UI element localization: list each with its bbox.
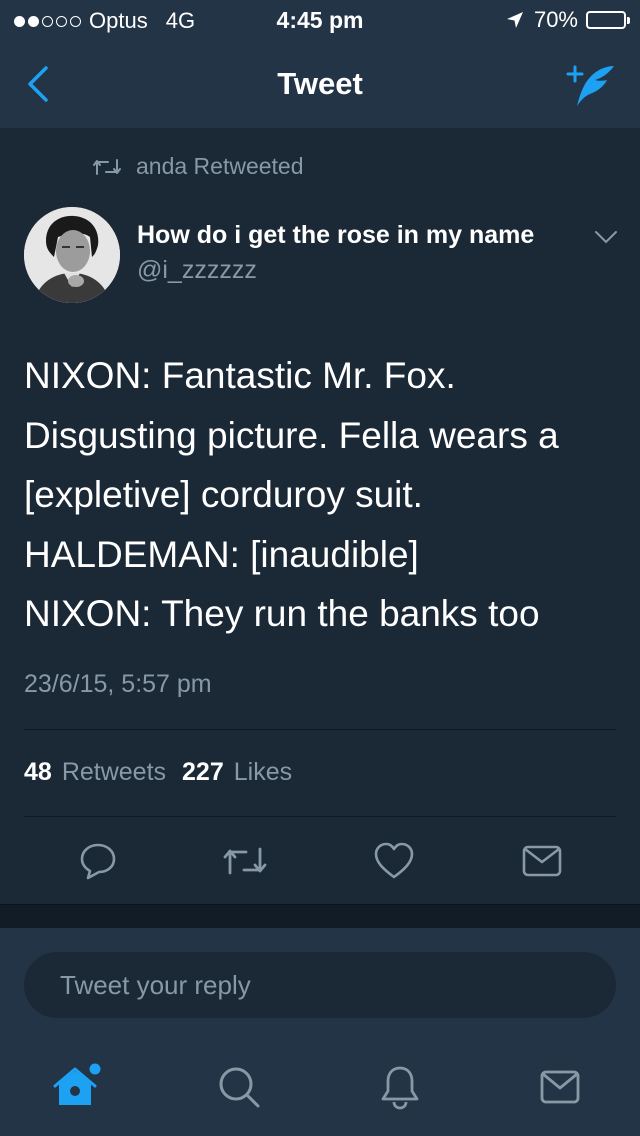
chevron-down-icon[interactable] bbox=[594, 229, 618, 245]
divider bbox=[24, 816, 616, 817]
status-bar: Optus 4G 4:45 pm 70% bbox=[0, 0, 640, 40]
messages-icon bbox=[540, 1070, 580, 1104]
message-icon bbox=[522, 845, 562, 877]
tweet-stats: 48 Retweets 227 Likes bbox=[24, 758, 308, 787]
tweet-text-line: HALDEMAN: [inaudible] bbox=[24, 533, 419, 575]
battery-percent: 70% bbox=[533, 7, 578, 32]
tab-home[interactable] bbox=[53, 1062, 103, 1112]
likes-label[interactable]: Likes bbox=[234, 758, 292, 787]
retweet-small-icon bbox=[93, 158, 121, 175]
retweets-label[interactable]: Retweets bbox=[62, 758, 166, 787]
avatar[interactable] bbox=[24, 207, 120, 303]
retweeted-by-label: anda Retweeted bbox=[136, 153, 304, 179]
tweet-text-line: NIXON: They run the banks too bbox=[24, 593, 540, 634]
like-button[interactable] bbox=[371, 838, 417, 884]
search-icon bbox=[219, 1067, 260, 1108]
retweet-icon bbox=[223, 847, 267, 875]
user-name[interactable]: How do i get the rose in my name bbox=[137, 221, 534, 250]
tab-messages[interactable] bbox=[535, 1062, 585, 1112]
section-separator bbox=[0, 904, 640, 929]
reply-icon bbox=[80, 843, 116, 880]
tweet-text: NIXON: Fantastic Mr. Fox. Disgusting pic… bbox=[24, 346, 624, 644]
battery-icon bbox=[586, 11, 630, 29]
tab-search[interactable] bbox=[214, 1062, 264, 1112]
home-icon bbox=[53, 1063, 101, 1105]
user-handle[interactable]: @i_zzzzzz bbox=[137, 256, 257, 285]
top-bar: Optus 4G 4:45 pm 70% Tweet bbox=[0, 0, 640, 128]
reply-input[interactable] bbox=[24, 952, 616, 1018]
tweet-text-line: Disgusting picture. Fella wears a bbox=[24, 414, 559, 456]
retweets-count[interactable]: 48 bbox=[24, 758, 52, 787]
reply-button[interactable] bbox=[75, 838, 121, 884]
page-title: Tweet bbox=[277, 66, 363, 101]
tweet-text-line: NIXON: Fantastic Mr. Fox. bbox=[24, 355, 456, 396]
likes-count[interactable]: 227 bbox=[182, 758, 224, 787]
notifications-icon bbox=[381, 1066, 419, 1110]
direct-message-button[interactable] bbox=[519, 838, 565, 884]
retweet-button[interactable] bbox=[222, 838, 268, 884]
like-icon bbox=[374, 842, 414, 879]
compose-tweet-icon[interactable] bbox=[564, 60, 618, 110]
retweeted-by[interactable]: anda Retweeted bbox=[92, 153, 304, 180]
avatar-image bbox=[24, 207, 120, 303]
location-arrow-icon bbox=[506, 12, 523, 28]
tweet-text-line: [expletive] corduroy suit. bbox=[24, 474, 423, 515]
tab-notifications[interactable] bbox=[375, 1062, 425, 1112]
divider bbox=[24, 729, 616, 730]
tweet-timestamp: 23/6/15, 5:57 pm bbox=[24, 670, 212, 698]
